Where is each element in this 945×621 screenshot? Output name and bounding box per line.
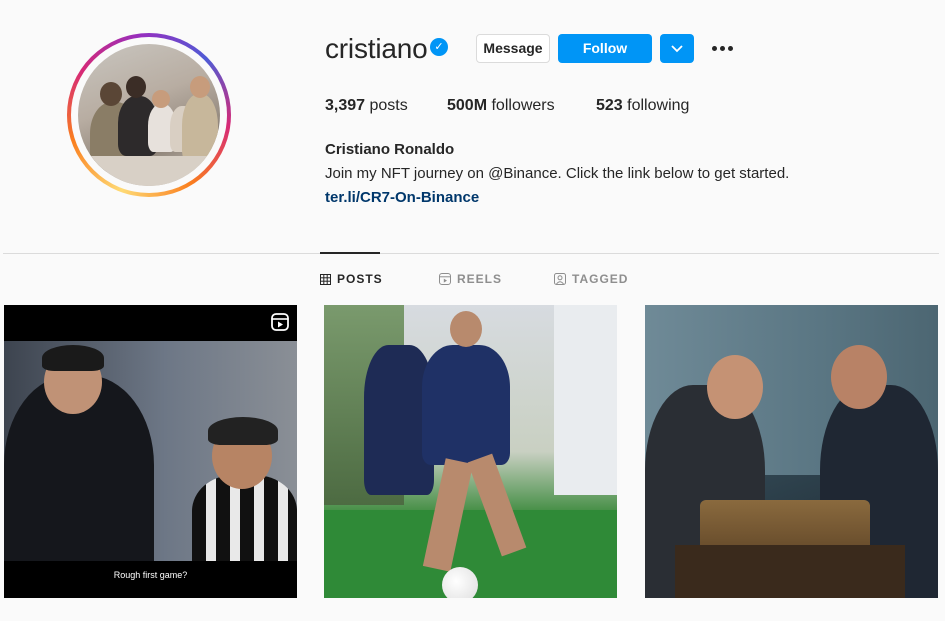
post-training-photo[interactable]: [324, 305, 617, 598]
active-tab-indicator: [320, 252, 380, 254]
reel-caption: Rough first game?: [113, 570, 188, 580]
tab-tagged-label: TAGGED: [572, 272, 629, 286]
profile-username: cristiano: [325, 33, 428, 64]
football: [442, 567, 478, 598]
profile-link[interactable]: ter.li/CR7-On-Binance: [325, 189, 479, 206]
verified-badge-icon: ✓: [430, 38, 448, 56]
tab-reels[interactable]: REELS: [439, 272, 502, 286]
posts-label: posts: [369, 97, 408, 114]
following-stat[interactable]: 523 following: [596, 97, 689, 115]
profile-full-name: Cristiano Ronaldo: [325, 141, 455, 158]
post-reel-rough-first-game[interactable]: Rough first game?: [4, 305, 297, 598]
tabs-divider: [3, 253, 939, 254]
reels-icon: [271, 313, 289, 331]
person-left-head: [707, 355, 763, 419]
reels-icon: [439, 273, 451, 285]
followers-label: followers: [491, 97, 555, 114]
grid-icon: [320, 274, 331, 285]
followers-stat[interactable]: 500M followers: [447, 97, 555, 115]
table: [675, 545, 905, 598]
following-label: following: [627, 97, 690, 114]
hair-left: [42, 345, 104, 371]
reel-top-bar: [4, 305, 297, 341]
message-button[interactable]: Message: [476, 34, 550, 63]
following-count: 523: [596, 97, 623, 114]
suggested-accounts-button[interactable]: [660, 34, 694, 63]
tagged-icon: [554, 273, 566, 285]
chevron-down-icon: [671, 45, 683, 53]
hair-right: [208, 417, 278, 445]
tab-posts-label: POSTS: [337, 272, 383, 286]
profile-avatar[interactable]: [67, 33, 231, 197]
followers-count: 500M: [447, 97, 488, 114]
follow-button[interactable]: Follow: [558, 34, 652, 63]
posts-count: 3,397: [325, 97, 366, 114]
player-main-shirt: [422, 345, 510, 465]
more-options-icon[interactable]: [710, 38, 736, 58]
post-chess-photo[interactable]: [645, 305, 938, 598]
avatar-photo: [78, 44, 220, 186]
player-main-head: [450, 311, 482, 347]
profile-bio: Join my NFT journey on @Binance. Click t…: [325, 165, 790, 182]
person-right-head: [831, 345, 887, 409]
posts-stat: 3,397 posts: [325, 97, 408, 115]
building: [554, 305, 617, 495]
tab-tagged[interactable]: TAGGED: [554, 272, 628, 286]
tab-posts[interactable]: POSTS: [320, 272, 383, 286]
tab-reels-label: REELS: [457, 272, 503, 286]
